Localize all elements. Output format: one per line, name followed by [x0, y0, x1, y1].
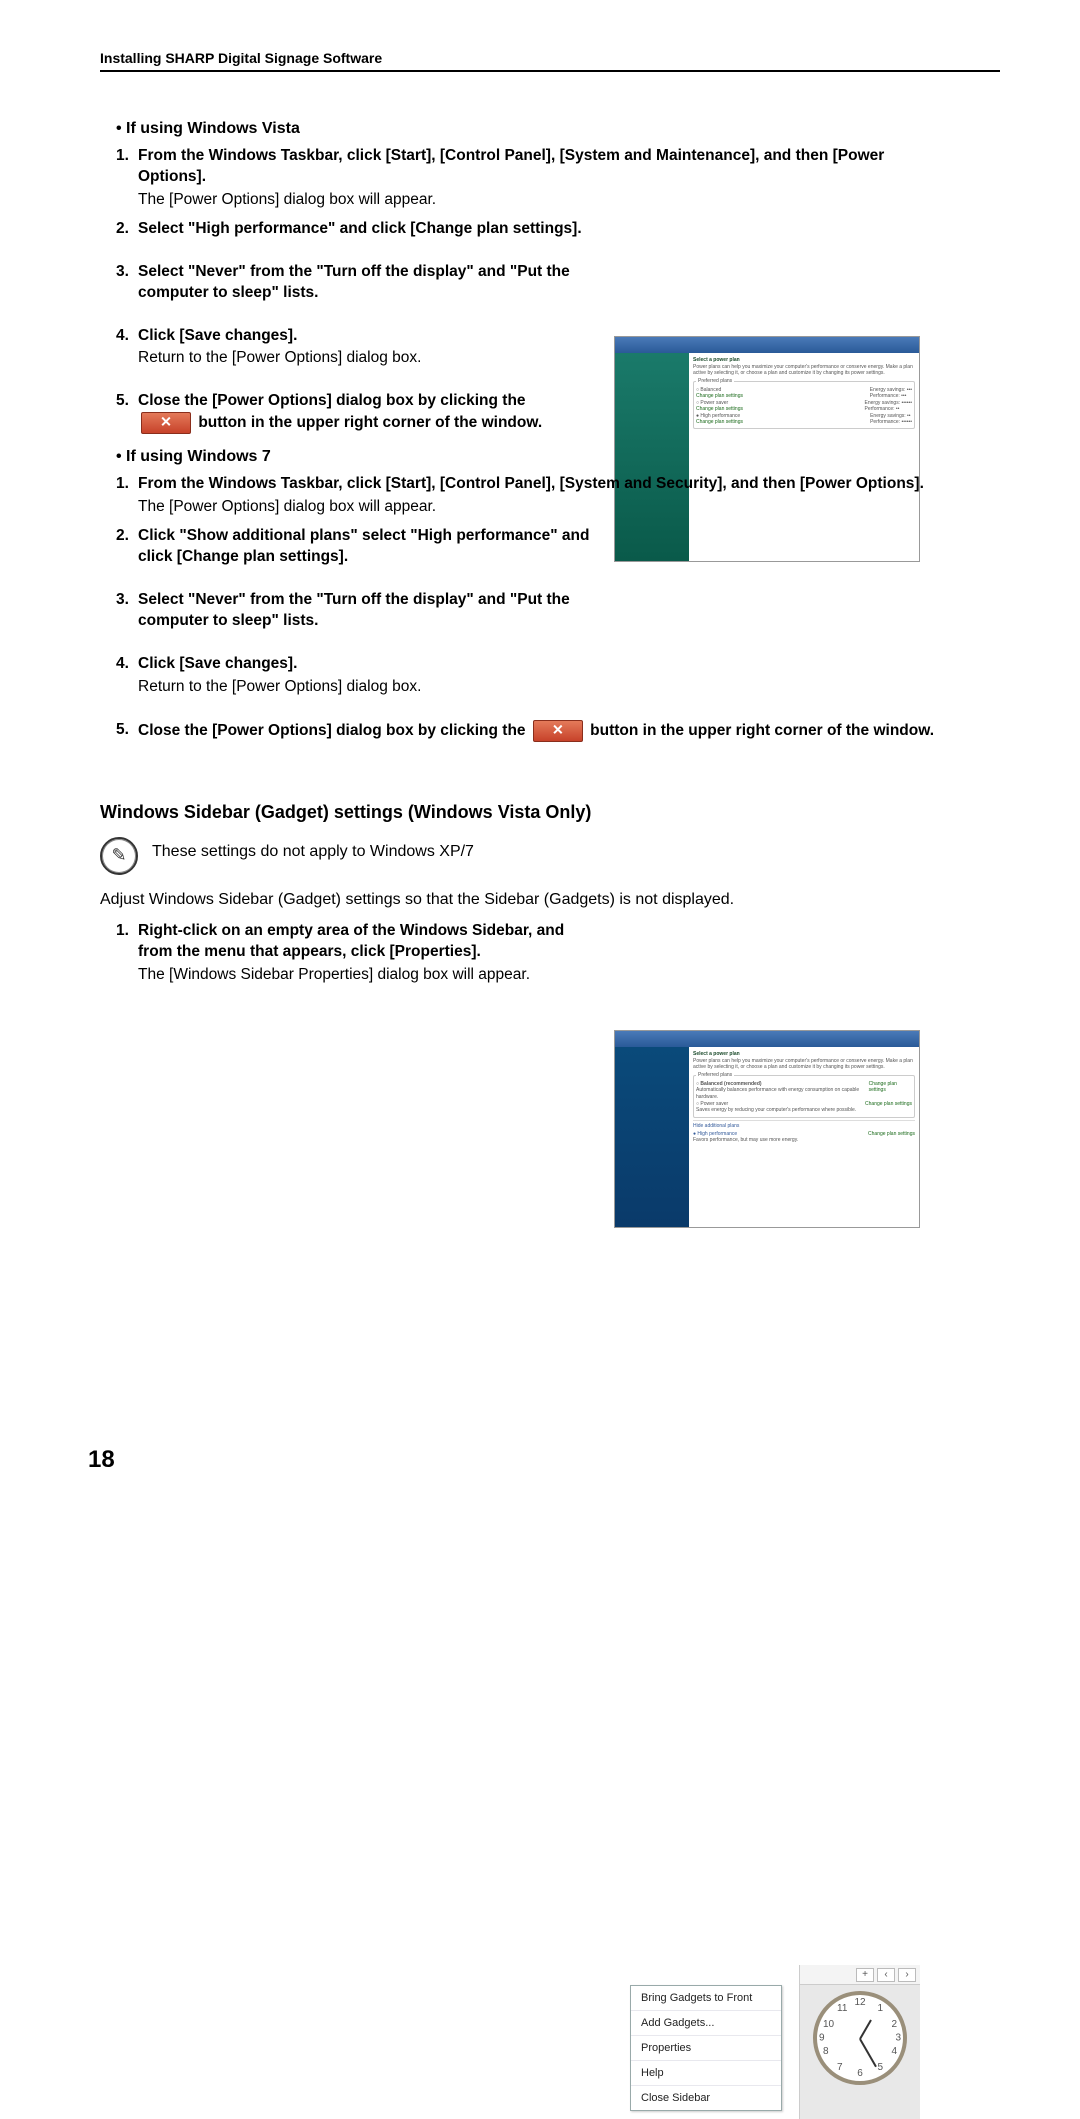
step-text: Close the [Power Options] dialog box by … [138, 722, 526, 739]
fig-group: Preferred plans [696, 378, 734, 384]
step-plain: Return to the [Power Options] dialog box… [138, 677, 598, 698]
step-text: Close the [Power Options] dialog box by … [138, 392, 526, 409]
step-text: Select "Never" from the "Turn off the di… [138, 263, 570, 301]
step-text: From the Windows Taskbar, click [Start],… [138, 147, 884, 185]
step-text: Click [Save changes]. [138, 655, 297, 672]
win7-heading: If using Windows 7 [116, 448, 1000, 466]
step-number: 4. [116, 654, 138, 675]
step-text: Click [Save changes]. [138, 327, 297, 344]
win7-section: If using Windows 7 1. From the Windows T… [100, 448, 1000, 741]
sidebar-section-title: Windows Sidebar (Gadget) settings (Windo… [100, 802, 1000, 823]
pencil-note-icon [100, 837, 138, 875]
page-header: Installing SHARP Digital Signage Softwar… [100, 50, 1000, 66]
step-number: 1. [116, 146, 138, 167]
vista-heading: If using Windows Vista [116, 120, 1000, 138]
figure-power-options-win7: Select a power plan Power plans can help… [614, 1030, 920, 1228]
fig-desc: Power plans can help you maximize your c… [693, 365, 915, 376]
sidebar-body: Adjust Windows Sidebar (Gadget) settings… [100, 889, 1000, 911]
step-text: Click "Show additional plans" select "Hi… [138, 527, 589, 565]
step-text: button in the upper right corner of the … [198, 414, 542, 431]
step-text: Select "High performance" and click [Cha… [138, 220, 582, 237]
step-text: Select "Never" from the "Turn off the di… [138, 591, 570, 629]
step-number: 2. [116, 526, 138, 547]
header-rule [100, 70, 1000, 72]
chevron-left-icon: ‹ [877, 1968, 895, 1982]
close-icon [533, 720, 583, 742]
clock-icon: 121234567891011 [813, 1991, 907, 2085]
page: Installing SHARP Digital Signage Softwar… [0, 0, 1080, 1524]
step-text: button in the upper right corner of the … [590, 722, 934, 739]
plus-icon: + [856, 1968, 874, 1982]
fig-group: Preferred plans [696, 1072, 734, 1078]
sidebar-steps-block: 1. Right-click on an empty area of the W… [100, 921, 1000, 986]
context-menu: Bring Gadgets to Front Add Gadgets... Pr… [630, 1985, 782, 2111]
win7-steps: 1. From the Windows Taskbar, click [Star… [116, 474, 1000, 741]
fig-title: Select a power plan [693, 1051, 915, 1057]
step-number: 1. [116, 921, 138, 942]
note-text: These settings do not apply to Windows X… [152, 841, 474, 863]
chevron-right-icon: › [898, 1968, 916, 1982]
ctx-item: Add Gadgets... [631, 2011, 781, 2036]
sidebar-steps: 1. Right-click on an empty area of the W… [116, 921, 1000, 986]
ctx-item: Bring Gadgets to Front [631, 1986, 781, 2011]
step-number: 3. [116, 590, 138, 611]
step-plain: The [Power Options] dialog box will appe… [138, 190, 938, 211]
ctx-item: Properties [631, 2036, 781, 2061]
step-number: 4. [116, 326, 138, 347]
step-number: 2. [116, 219, 138, 240]
note-row: These settings do not apply to Windows X… [100, 837, 1000, 875]
step-text: Right-click on an empty area of the Wind… [138, 922, 564, 960]
step-number: 5. [116, 391, 138, 412]
page-number: 18 [88, 1446, 115, 1474]
ctx-item: Close Sidebar [631, 2086, 781, 2110]
step-text: From the Windows Taskbar, click [Start],… [138, 475, 924, 492]
step-plain: Return to the [Power Options] dialog box… [138, 348, 598, 369]
step-number: 5. [116, 720, 138, 741]
fig-desc: Power plans can help you maximize your c… [693, 1059, 915, 1070]
sidebar-clock-panel: + ‹ › 121234567891011 [799, 1965, 920, 2119]
fig-title: Select a power plan [693, 357, 915, 363]
step-plain: The [Power Options] dialog box will appe… [138, 497, 938, 518]
step-plain: The [Windows Sidebar Properties] dialog … [138, 965, 598, 986]
figure-sidebar-menu: Bring Gadgets to Front Add Gadgets... Pr… [610, 1965, 920, 2119]
ctx-item: Help [631, 2061, 781, 2086]
vista-section: If using Windows Vista 1. From the Windo… [100, 120, 1000, 434]
step-number: 1. [116, 474, 138, 495]
step-number: 3. [116, 262, 138, 283]
close-icon [141, 412, 191, 434]
